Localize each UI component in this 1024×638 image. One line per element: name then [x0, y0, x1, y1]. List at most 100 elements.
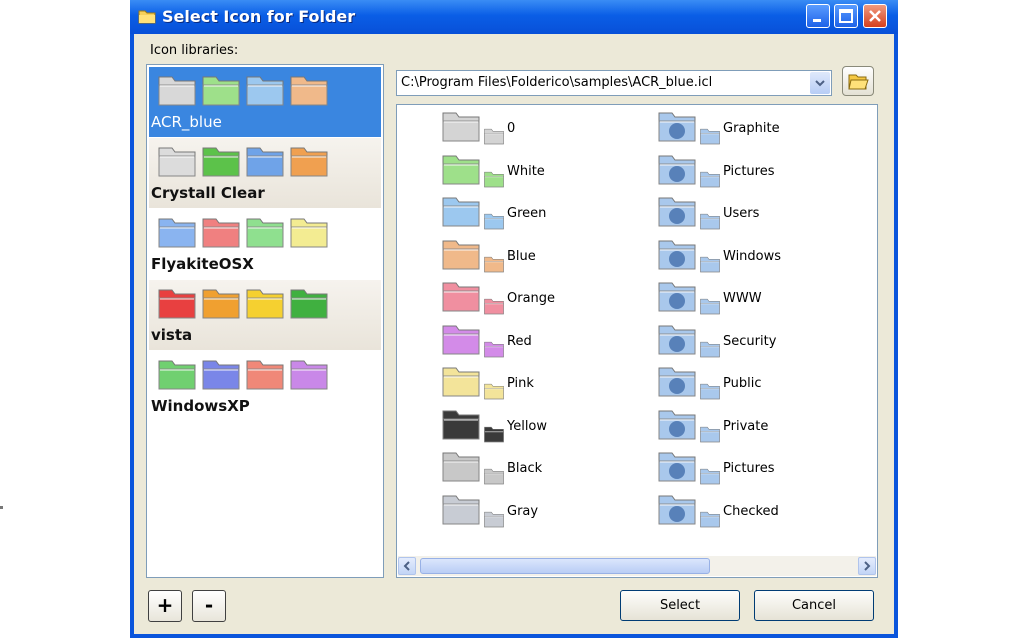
minimize-button[interactable]: [806, 4, 830, 28]
folder-small-icon: [700, 383, 720, 400]
window-title: Select Icon for Folder: [162, 7, 356, 26]
remove-library-button[interactable]: -: [192, 590, 226, 622]
icon-label: Green: [507, 206, 547, 221]
icon-label: Private: [723, 418, 769, 434]
icon-item[interactable]: Private: [657, 405, 857, 445]
icon-item[interactable]: Security: [657, 320, 857, 360]
folder-icon: [442, 325, 480, 354]
icon-item[interactable]: Graphite: [657, 107, 857, 147]
add-library-button[interactable]: +: [148, 590, 182, 622]
folder-small-icon: [700, 511, 720, 527]
scroll-right-button[interactable]: [858, 557, 876, 575]
library-path-combobox[interactable]: C:\Program Files\Folderico\samples\ACR_b…: [396, 70, 832, 96]
library-item[interactable]: vista: [149, 280, 381, 350]
icon-label: Blue: [507, 248, 536, 264]
folder-icon: [442, 495, 480, 524]
icon-item[interactable]: Checked: [657, 490, 857, 530]
library-item[interactable]: WindowsXP: [149, 351, 381, 421]
stray-mark: [0, 506, 3, 509]
graphite-icon: [669, 123, 685, 139]
folder-small-icon: [700, 341, 720, 357]
icon-label: Checked: [723, 503, 779, 519]
dialog-window: Select Icon for Folder Icon libraries: A…: [130, 0, 898, 638]
icon-label: 0: [507, 121, 516, 136]
folder-icon: [442, 410, 480, 439]
folder-small-icon: [484, 468, 504, 485]
horizontal-scrollbar[interactable]: [398, 556, 876, 576]
title-bar[interactable]: Select Icon for Folder: [130, 0, 898, 34]
icon-label: Windows: [723, 248, 782, 264]
disc-icon: [669, 505, 685, 522]
libraries-label: Icon libraries:: [150, 43, 239, 58]
icon-item[interactable]: Red: [441, 320, 641, 360]
folder-icon: [442, 452, 480, 482]
folder-small-icon: [700, 171, 720, 187]
icon-item[interactable]: Users: [657, 192, 857, 232]
icon-item[interactable]: White: [441, 150, 641, 190]
icon-label: Pictures: [723, 461, 775, 476]
icon-item[interactable]: Blue: [441, 235, 641, 275]
icon-item[interactable]: Orange: [441, 277, 641, 317]
folder-small-icon: [484, 511, 504, 527]
folder-small-icon: [700, 426, 720, 442]
folder-icon: [246, 76, 284, 106]
icon-label: White: [507, 163, 545, 179]
folder-icon: [246, 218, 284, 248]
icon-label: Users: [723, 206, 760, 221]
icon-item[interactable]: WWW: [657, 277, 857, 317]
icon-item[interactable]: Windows: [657, 235, 857, 275]
plus-icon: [669, 463, 685, 479]
library-name: ACR_blue: [151, 113, 222, 131]
folder-icon: [158, 289, 196, 319]
folder-small-icon: [700, 298, 720, 315]
icon-label: Black: [507, 461, 543, 476]
scroll-thumb[interactable]: [420, 558, 710, 574]
folder-icon: [290, 147, 328, 177]
folder-icon: [202, 360, 240, 390]
icon-item[interactable]: Pictures: [657, 447, 857, 487]
folder-small-icon: [484, 426, 504, 442]
close-button[interactable]: [863, 4, 887, 28]
icon-item[interactable]: 0: [441, 107, 641, 147]
dropdown-button[interactable]: [810, 72, 830, 94]
folder-icon: [138, 10, 156, 24]
icon-item[interactable]: Pink: [441, 362, 641, 402]
library-item[interactable]: Crystall Clear: [149, 138, 381, 208]
folder-icon: [246, 289, 284, 319]
folder-icon: [442, 155, 480, 184]
folder-small-icon: [484, 128, 504, 145]
library-path-value: C:\Program Files\Folderico\samples\ACR_b…: [401, 75, 713, 90]
library-list[interactable]: ACR_blue Crystall Clear FlyakiteOSX vista Wi…: [146, 64, 384, 578]
chevron-right-icon: [864, 561, 871, 571]
close-icon: [869, 10, 881, 22]
icon-item[interactable]: Public: [657, 362, 857, 402]
globe-icon: [669, 250, 685, 267]
icon-item[interactable]: Black: [441, 447, 641, 487]
chevron-down-icon: [815, 80, 825, 87]
library-item[interactable]: FlyakiteOSX: [149, 209, 381, 279]
folder-small-icon: [484, 256, 504, 272]
folder-icon: [158, 76, 196, 106]
users-icon: [669, 208, 685, 224]
folder-small-icon: [484, 213, 504, 230]
folder-icon: [158, 218, 196, 248]
icon-item[interactable]: Pictures: [657, 150, 857, 190]
folder-icon: [442, 240, 480, 269]
browse-folder-button[interactable]: [842, 66, 874, 96]
folder-icon: [202, 147, 240, 177]
icon-label: Graphite: [723, 121, 780, 136]
icon-item[interactable]: Gray: [441, 490, 641, 530]
maximize-button[interactable]: [834, 4, 858, 28]
library-name: FlyakiteOSX: [151, 255, 254, 273]
folder-icon: [290, 289, 328, 319]
icon-grid[interactable]: 0 White Green Blue Orange Red Pink Yellow Black G…: [396, 104, 878, 578]
icon-item[interactable]: Yellow: [441, 405, 641, 445]
dialog-body: Icon libraries: ACR_blue Crystall Clear Fl…: [134, 34, 894, 634]
cancel-button[interactable]: Cancel: [754, 590, 874, 621]
folder-small-icon: [484, 341, 504, 357]
icon-label: WWW: [723, 291, 762, 306]
library-item[interactable]: ACR_blue: [149, 67, 381, 137]
select-button[interactable]: Select: [620, 590, 740, 621]
icon-item[interactable]: Green: [441, 192, 641, 232]
scroll-left-button[interactable]: [398, 557, 416, 575]
